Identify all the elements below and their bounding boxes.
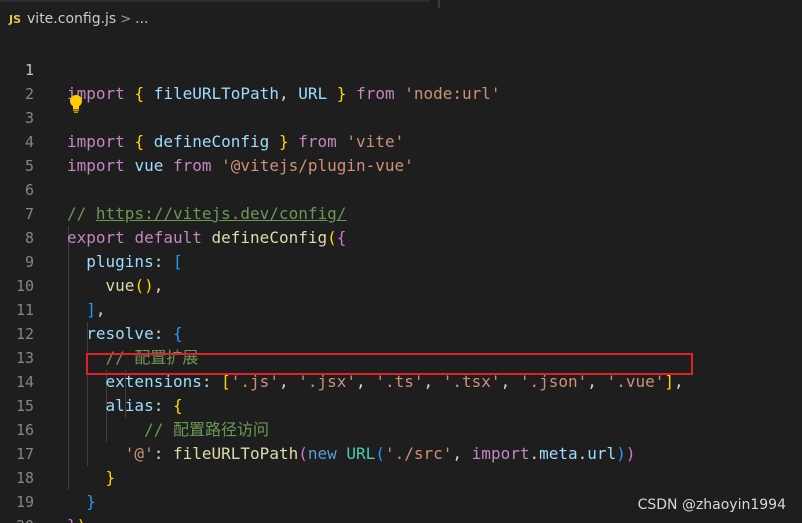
breadcrumb: JS vite.config.js > ... <box>0 8 802 30</box>
code-line[interactable]: 11 resolve: { <box>0 274 802 343</box>
code-line[interactable]: 19 }) <box>0 466 802 523</box>
code-line[interactable]: 2 <box>0 58 802 103</box>
breadcrumb-file[interactable]: vite.config.js <box>27 11 116 27</box>
code-token: ) <box>77 516 87 523</box>
breadcrumb-symbol[interactable]: ... <box>135 11 148 27</box>
code-line[interactable]: 8 plugins: [ <box>0 202 802 271</box>
code-line[interactable]: 17 } <box>0 418 802 487</box>
tab-strip-divider <box>438 0 440 8</box>
tab-strip <box>0 0 802 8</box>
code-line[interactable]: 18 } <box>0 442 802 511</box>
code-line[interactable]: 10 ], <box>0 250 802 319</box>
code-line[interactable]: 9 vue(), <box>0 226 802 295</box>
javascript-file-icon: JS <box>9 12 22 26</box>
tab-strip-bar <box>0 0 430 2</box>
code-line[interactable]: 16 '@': fileURLToPath(new URL('./src', i… <box>0 394 802 463</box>
lightbulb-icon[interactable] <box>68 94 84 114</box>
code-line[interactable]: 4 import vue from '@vitejs/plugin-vue' <box>0 106 802 175</box>
watermark: CSDN @zhaoyin1994 <box>637 497 786 513</box>
code-editor[interactable]: 1 import { fileURLToPath, URL } from 'no… <box>0 34 802 523</box>
code-line[interactable]: 12 // 配置扩展 <box>0 298 802 367</box>
code-line[interactable]: 3 import { defineConfig } from 'vite' <box>0 82 802 151</box>
code-line[interactable]: 13 extensions: ['.js', '.jsx', '.ts', '.… <box>0 322 802 391</box>
code-line[interactable]: 6 // https://vitejs.dev/config/ <box>0 154 802 223</box>
chevron-right-icon: > <box>120 11 132 27</box>
line-number: 20 <box>0 514 34 523</box>
code-line[interactable]: 5 <box>0 130 802 175</box>
code-line[interactable]: 1 import { fileURLToPath, URL } from 'no… <box>0 34 802 103</box>
extensions-highlight-box <box>86 353 693 375</box>
code-line[interactable]: 7 export default defineConfig({ <box>0 178 802 247</box>
code-token: } <box>67 516 77 523</box>
